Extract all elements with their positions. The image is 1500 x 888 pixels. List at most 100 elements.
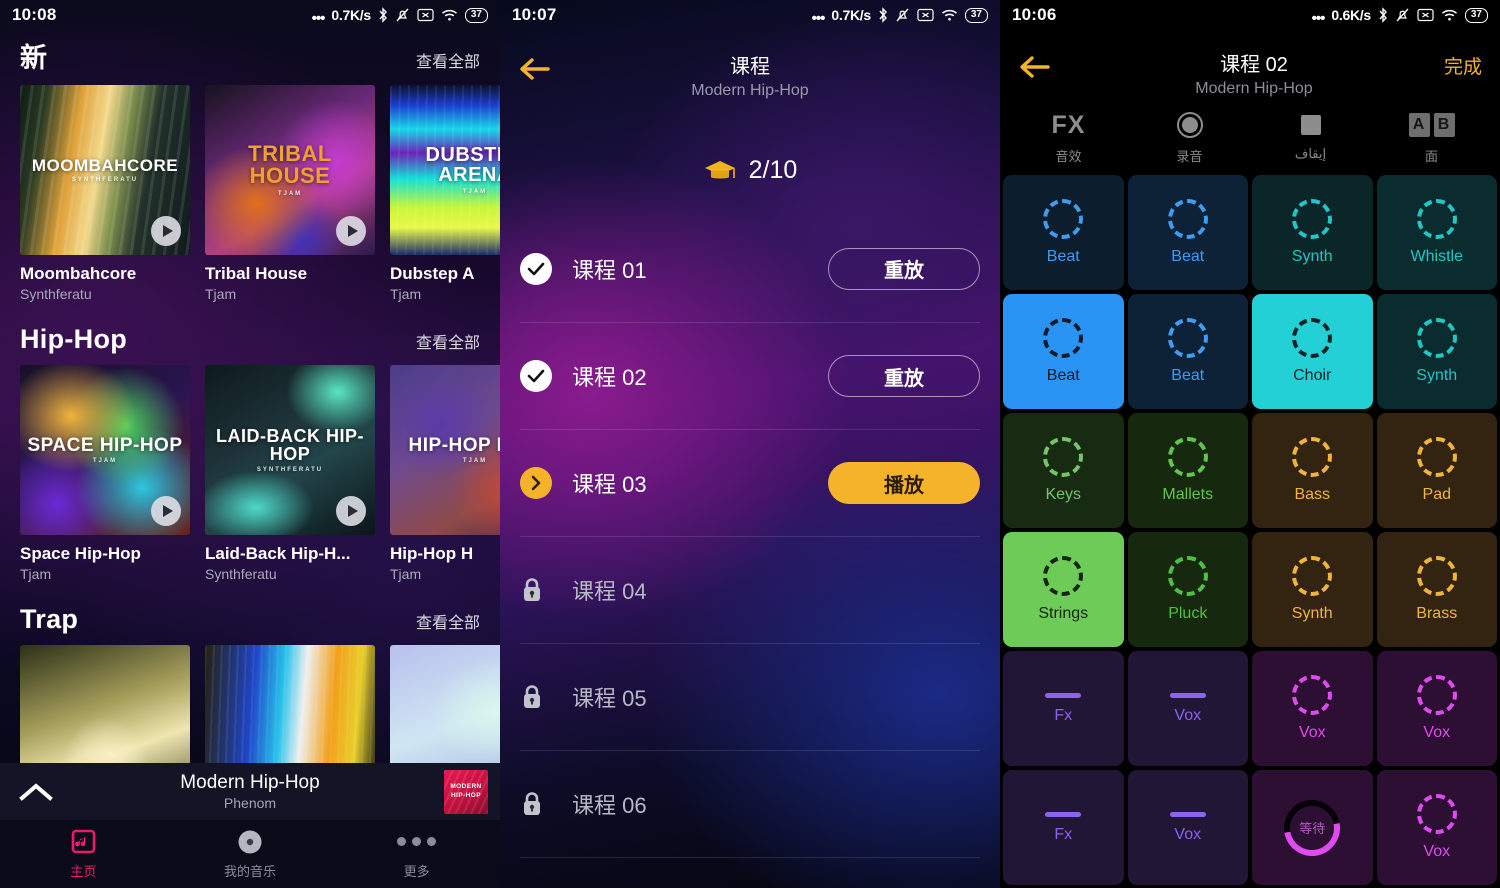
album-art[interactable]: DUBSTEP ARENATJAM — [390, 85, 500, 255]
pad-label: Keys — [1045, 486, 1082, 503]
album-art[interactable]: TRIBAL HOUSE TJAM — [205, 85, 375, 255]
album-art-text: MOOMBAHCORE — [31, 155, 179, 175]
pad-button[interactable]: Brass — [1376, 532, 1497, 647]
see-all-link[interactable]: 查看全部 — [416, 48, 480, 72]
tab-home[interactable]: 主页 — [0, 820, 167, 888]
lesson-row[interactable]: 课程 03 播放 — [520, 429, 980, 536]
bluetooth-icon — [378, 7, 388, 23]
library-scroll[interactable]: 新 查看全部 MOOMBAHCORE SYNTHFERATU Moombahcor… — [0, 30, 500, 888]
play-button[interactable] — [151, 216, 181, 246]
pad-button[interactable]: Bass — [1252, 413, 1373, 528]
panel-library: 10:08 ••• 0.7K/s 37 新 查看全部 MOOMBAHCORE S… — [0, 0, 500, 888]
card-row-new[interactable]: MOOMBAHCORE SYNTHFERATU Moombahcore Synth… — [0, 85, 500, 302]
album-art[interactable]: LAID-BACK HIP-HOP SYNTHFERATU — [205, 365, 375, 535]
pad-button[interactable]: Vox — [1127, 770, 1248, 885]
album-card[interactable]: TRIBAL HOUSE TJAM Tribal House Tjam — [205, 85, 375, 302]
play-button[interactable] — [336, 216, 366, 246]
pad-button[interactable]: Vox — [1252, 651, 1373, 766]
pad-button[interactable]: Keys — [1003, 413, 1124, 528]
tool-ab-scene[interactable]: AB 面 — [1371, 110, 1492, 165]
album-card[interactable]: HIP-HOP HOO TJAM Hip-Hop H Tjam — [390, 365, 500, 582]
album-artist: Synthferatu — [20, 286, 92, 302]
replay-button[interactable]: 重放 — [828, 355, 980, 397]
pad-label: Strings — [1038, 605, 1089, 622]
bottom-tab-bar[interactable]: 主页 我的音乐 更多 — [0, 820, 500, 888]
pad-button[interactable]: 等待 — [1252, 770, 1373, 885]
mini-player-artwork[interactable]: MODERN HIP-HOP — [444, 769, 488, 814]
card-row-hiphop[interactable]: SPACE HIP-HOP TJAM Space Hip-Hop Tjam LAI… — [0, 365, 500, 582]
pad-button[interactable]: Beat — [1003, 294, 1124, 409]
pad-label: Fx — [1054, 706, 1073, 724]
more-dots-icon — [397, 829, 437, 855]
tab-my-music[interactable]: 我的音乐 — [167, 820, 334, 888]
lesson-row[interactable]: 课程 06 — [520, 750, 980, 857]
section-header-hiphop: Hip-Hop 查看全部 — [0, 302, 500, 365]
bluetooth-icon — [1378, 7, 1388, 23]
lesson-row-partial[interactable] — [520, 857, 980, 888]
album-title: Moombahcore — [20, 264, 137, 283]
pad-button[interactable]: Synth — [1252, 175, 1373, 290]
status-time: 10:06 — [1012, 5, 1057, 24]
album-art[interactable]: HIP-HOP HOO TJAM — [390, 365, 500, 535]
pad-button[interactable]: Pluck — [1127, 532, 1248, 647]
pad-label: Whistle — [1410, 248, 1463, 265]
network-dots-icon: ••• — [1311, 9, 1326, 27]
lesson-action[interactable]: 重放 — [828, 247, 980, 290]
pad-button[interactable]: Beat — [1003, 175, 1124, 290]
lesson-action[interactable]: 重放 — [828, 355, 980, 397]
pad-button[interactable]: Synth — [1252, 532, 1373, 647]
lesson-action[interactable]: 播放 — [828, 462, 980, 504]
pad-button[interactable]: Vox — [1376, 770, 1497, 885]
back-arrow-icon[interactable] — [1018, 48, 1064, 85]
album-art[interactable]: MOOMBAHCORE SYNTHFERATU — [20, 85, 190, 255]
status-bar-library: 10:08 ••• 0.7K/s 37 — [0, 0, 500, 30]
dashed-ring-icon — [1167, 437, 1208, 477]
album-art[interactable]: SPACE HIP-HOP TJAM — [20, 365, 190, 535]
lesson-row[interactable]: 课程 01 重放 — [520, 215, 980, 322]
lesson-row[interactable]: 课程 05 — [520, 643, 980, 750]
pad-label: Mallets — [1162, 486, 1214, 503]
arrow-circle-icon — [520, 467, 572, 499]
lesson-list[interactable]: 课程 01 重放 课程 02 重放 课程 03 播放 课程 04 课程 05 课… — [500, 215, 1000, 888]
pad-button[interactable]: Pad — [1376, 413, 1497, 528]
pad-button[interactable]: Fx — [1003, 651, 1124, 766]
album-art-subtext: TJAM — [462, 458, 488, 465]
album-card[interactable]: MOOMBAHCORE SYNTHFERATU Moombahcore Synth… — [20, 85, 190, 302]
album-card[interactable]: DUBSTEP ARENATJAM Dubstep A Tjam — [390, 85, 500, 302]
chevron-up-icon[interactable] — [16, 781, 56, 803]
lesson-row[interactable]: 课程 04 — [520, 536, 980, 643]
pad-label: Synth — [1291, 605, 1333, 622]
pad-button[interactable]: Vox — [1376, 651, 1497, 766]
tool-record[interactable]: 录音 — [1129, 110, 1250, 165]
pad-button[interactable]: Fx — [1003, 770, 1124, 885]
pad-grid[interactable]: Beat Beat Synth Whistle Beat Beat Choir Synth Ke… — [1000, 175, 1500, 885]
pad-button[interactable]: Whistle — [1376, 175, 1497, 290]
pad-button[interactable]: Mallets — [1127, 413, 1248, 528]
see-all-link[interactable]: 查看全部 — [416, 329, 480, 353]
replay-button[interactable]: 重放 — [828, 247, 980, 290]
page-title: 课程 02 — [1220, 54, 1288, 76]
wifi-icon — [441, 8, 458, 22]
pad-button[interactable]: Synth — [1376, 294, 1497, 409]
pad-button[interactable]: Choir — [1252, 294, 1373, 409]
lock-icon — [520, 683, 572, 711]
done-button[interactable]: 完成 — [1444, 48, 1482, 79]
lesson-row[interactable]: 课程 02 重放 — [520, 322, 980, 429]
album-card[interactable]: LAID-BACK HIP-HOP SYNTHFERATU Laid-Back H… — [205, 365, 375, 582]
pad-button[interactable]: Beat — [1127, 175, 1248, 290]
pads-toolbar[interactable]: FX 音效 录音 إيقاف AB 面 — [1000, 102, 1500, 175]
mini-player[interactable]: Modern Hip-Hop Phenom MODERN HIP-HOP — [0, 763, 500, 820]
pad-label: Vox — [1174, 825, 1202, 843]
tab-more[interactable]: 更多 — [333, 820, 500, 888]
tool-fx[interactable]: FX 音效 — [1008, 110, 1129, 165]
see-all-link[interactable]: 查看全部 — [416, 609, 480, 633]
play-button[interactable]: 播放 — [828, 462, 980, 504]
pad-button[interactable]: Strings — [1003, 532, 1124, 647]
pad-button[interactable]: Vox — [1127, 651, 1248, 766]
album-card[interactable]: SPACE HIP-HOP TJAM Space Hip-Hop Tjam — [20, 365, 190, 582]
pad-button[interactable]: Beat — [1127, 294, 1248, 409]
play-button[interactable] — [336, 496, 366, 526]
tool-stop[interactable]: إيقاف — [1250, 110, 1371, 165]
back-arrow-icon[interactable] — [518, 50, 564, 87]
play-button[interactable] — [151, 496, 181, 526]
